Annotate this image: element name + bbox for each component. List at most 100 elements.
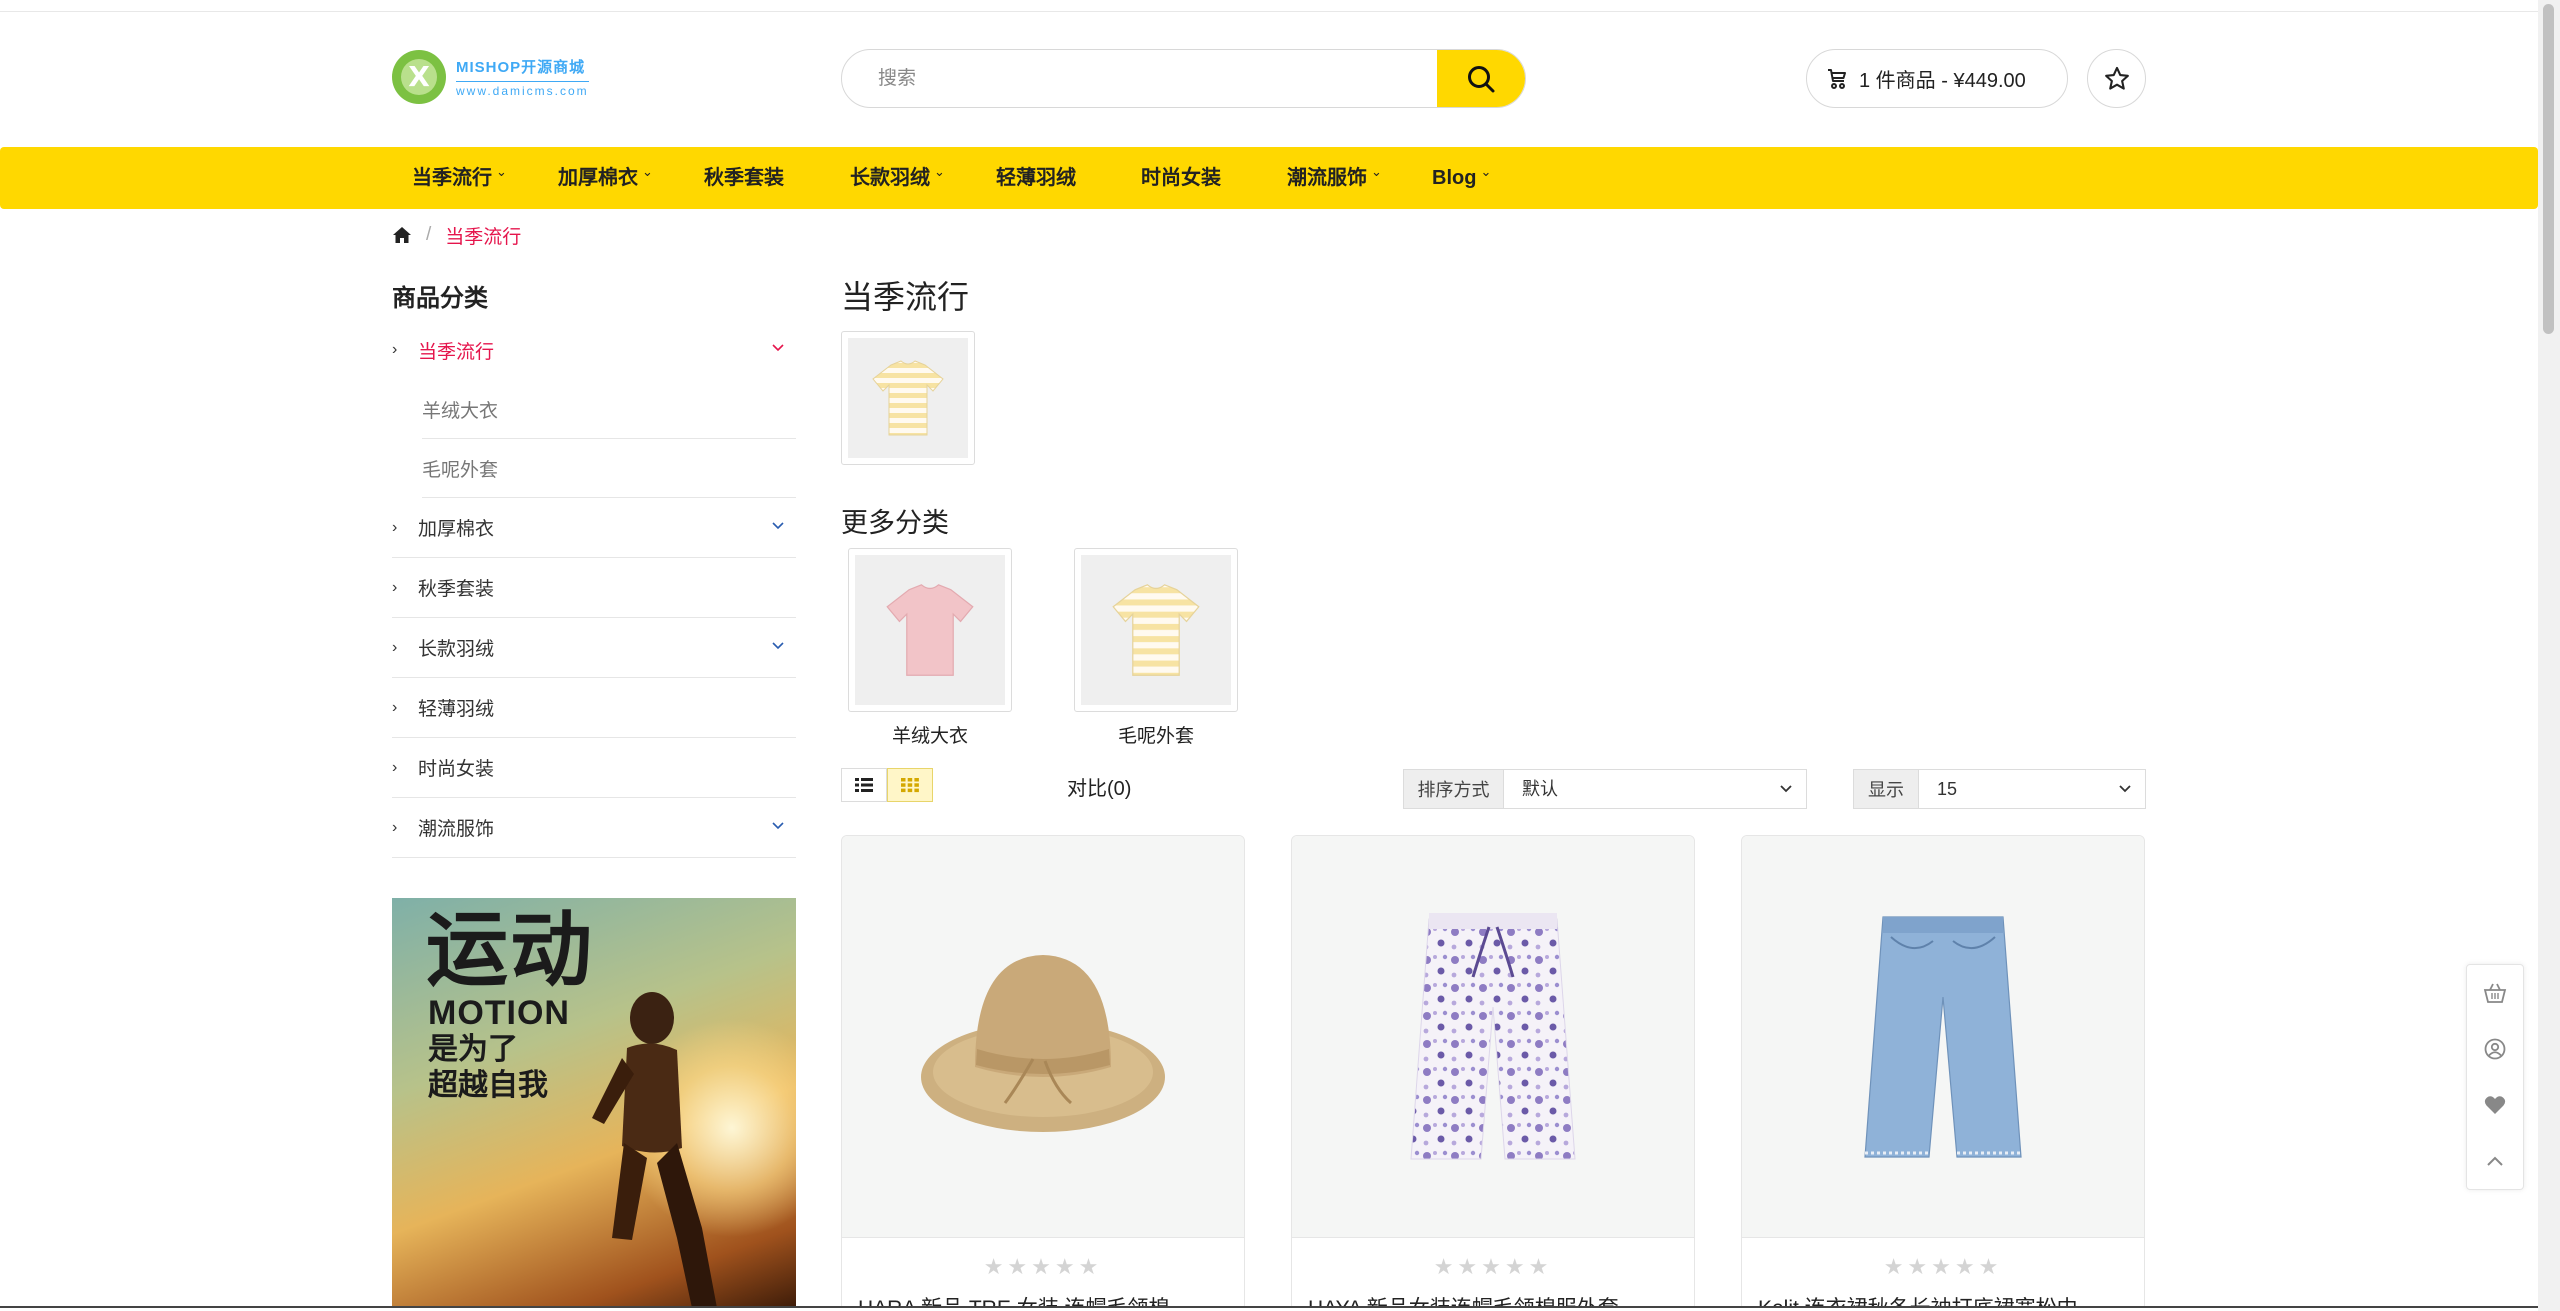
chevron-right-icon: › (392, 341, 398, 358)
category-list: › 当季流行 羊绒大衣 毛呢外套 › 加厚棉衣 › 秋季套装 › 长款羽绒 › … (392, 320, 796, 858)
chevron-down-icon: ⌄ (934, 164, 945, 179)
category-label: 时尚女装 (418, 759, 495, 780)
breadcrumb-current[interactable]: 当季流行 (445, 222, 521, 249)
page-title: 当季流行 (841, 279, 970, 315)
nav-item-trend-apparel[interactable]: 潮流服饰 ⌄ (1287, 147, 1382, 209)
chevron-down-icon[interactable] (770, 518, 786, 534)
nav-item-autumn-sets[interactable]: 秋季套装 (704, 147, 784, 209)
site-logo[interactable]: MISHOP开源商城 www.damicms.com (392, 47, 622, 107)
nav-label: Blog (1432, 167, 1477, 189)
nav-item-womens-fashion[interactable]: 时尚女装 (1141, 147, 1221, 209)
float-account-button[interactable] (2467, 1021, 2523, 1077)
wishlist-button[interactable] (2087, 49, 2146, 108)
compare-link[interactable]: 对比(0) (1067, 772, 1131, 801)
nav-label: 轻薄羽绒 (996, 167, 1076, 189)
chevron-down-icon[interactable] (770, 818, 786, 834)
chevron-right-icon: › (392, 758, 398, 776)
nav-item-light-down[interactable]: 轻薄羽绒 (996, 147, 1076, 209)
nav-item-seasonal[interactable]: 当季流行 ⌄ (412, 147, 507, 209)
product-image[interactable] (1292, 836, 1694, 1238)
home-icon[interactable] (392, 226, 412, 244)
star-icon (2104, 66, 2129, 90)
nav-label: 潮流服饰 (1287, 167, 1367, 189)
back-to-top-button[interactable] (2467, 1133, 2523, 1189)
breadcrumb-separator: / (426, 224, 432, 245)
search-icon (1468, 65, 1495, 92)
product-card[interactable]: ★★★★★ HARA 新品 TRE 女装 连帽毛领棉 (841, 835, 1245, 1311)
search-button[interactable] (1437, 50, 1525, 107)
sort-select[interactable]: 默认 (1504, 769, 1807, 809)
sort-value: 默认 (1522, 779, 1558, 799)
list-icon (855, 778, 873, 792)
product-card[interactable]: ★★★★★ Kelit 连衣裙秋冬长袖打底裙宽松中 (1741, 835, 2145, 1311)
page-scrollbar[interactable] (2538, 0, 2560, 1311)
category-label: 长款羽绒 (418, 639, 495, 660)
sidebar-banner[interactable]: 运动 MOTION 是为了 超越自我 (392, 898, 796, 1311)
sidebar-title: 商品分类 (392, 285, 488, 312)
nav-label: 秋季套装 (704, 167, 784, 189)
denim-jeans-image (1864, 915, 2022, 1158)
chevron-right-icon: › (392, 638, 398, 656)
list-view-button[interactable] (841, 768, 887, 802)
nav-item-blog[interactable]: Blog ⌄ (1432, 147, 1491, 209)
product-image[interactable] (1742, 836, 2144, 1238)
product-card[interactable]: ★★★★★ HAYA 新品女装连帽毛领棉服外套 (1291, 835, 1695, 1311)
subcategory-label[interactable]: 羊绒大衣 (848, 721, 1012, 748)
show-label: 显示 (1853, 769, 1919, 809)
chevron-down-icon[interactable] (770, 638, 786, 654)
sidebar-item-womens-fashion[interactable]: › 时尚女装 (392, 738, 796, 798)
sidebar-subitem-wool-coat[interactable]: 毛呢外套 (422, 439, 796, 498)
breadcrumb: / 当季流行 (392, 222, 521, 248)
sidebar-item-long-down[interactable]: › 长款羽绒 (392, 618, 796, 678)
grid-icon (901, 778, 919, 793)
chevron-down-icon: ⌄ (1480, 164, 1492, 179)
runner-silhouette (592, 992, 717, 1308)
sidebar-subitem-cashmere-coat[interactable]: 羊绒大衣 (422, 380, 796, 439)
logo-name: MISHOP开源商城 (456, 59, 586, 76)
float-cart-button[interactable] (2467, 965, 2523, 1021)
subcategory-label: 毛呢外套 (422, 459, 499, 481)
category-label: 加厚棉衣 (418, 519, 495, 540)
banner-tagline-line1: 是为了 (428, 1033, 518, 1066)
subcategory-label: 羊绒大衣 (422, 400, 499, 422)
category-label: 轻薄羽绒 (418, 699, 495, 720)
basket-icon (2483, 983, 2507, 1003)
logo-url: www.damicms.com (456, 81, 589, 98)
grid-view-button[interactable] (887, 768, 933, 802)
striped-tshirt-image (1112, 584, 1200, 676)
chevron-right-icon: › (392, 698, 398, 716)
chevron-right-icon: › (392, 818, 398, 836)
sidebar-item-autumn-sets[interactable]: › 秋季套装 (392, 558, 796, 618)
subcategory-thumb-cashmere[interactable] (848, 548, 1012, 712)
sidebar-item-padded-coats[interactable]: › 加厚棉衣 (392, 498, 796, 558)
nav-label: 长款羽绒 (850, 167, 930, 189)
chevron-down-icon[interactable] (770, 340, 786, 356)
show-select[interactable]: 15 (1919, 769, 2146, 809)
chevron-down-icon: ⌄ (1371, 164, 1382, 179)
product-image[interactable] (842, 836, 1244, 1238)
banner-tagline: 是为了 超越自我 (428, 1032, 548, 1104)
banner-subheadline: MOTION (428, 994, 570, 1032)
category-label: 当季流行 (418, 341, 495, 363)
search-input[interactable] (842, 50, 1437, 107)
show-value: 15 (1937, 779, 1958, 799)
float-wishlist-button[interactable] (2467, 1077, 2523, 1133)
nav-item-long-down[interactable]: 长款羽绒 ⌄ (850, 147, 945, 209)
rating-stars: ★★★★★ (1433, 1254, 1553, 1279)
chevron-right-icon: › (392, 578, 398, 596)
main-nav: 当季流行 ⌄ 加厚棉衣 ⌄ 秋季套装 长款羽绒 ⌄ 轻薄羽绒 时尚女装 潮流服饰 ⌄ B… (0, 147, 2538, 209)
sidebar-item-trend-apparel[interactable]: › 潮流服饰 (392, 798, 796, 858)
category-label: 潮流服饰 (418, 819, 495, 840)
chevron-down-icon (2119, 785, 2131, 793)
top-strip (0, 0, 2538, 12)
floral-pants-image (1410, 912, 1576, 1159)
scrollbar-thumb[interactable] (2543, 4, 2554, 334)
subcategory-label[interactable]: 毛呢外套 (1074, 721, 1238, 748)
cart-button[interactable]: 1 件商品 - ¥449.00 (1806, 49, 2068, 108)
sidebar-item-light-down[interactable]: › 轻薄羽绒 (392, 678, 796, 738)
subcategory-thumb-wool[interactable] (1074, 548, 1238, 712)
sidebar-item-seasonal[interactable]: › 当季流行 (392, 320, 796, 380)
chevron-down-icon (1780, 785, 1792, 793)
category-label: 秋季套装 (418, 579, 495, 600)
nav-item-padded-coats[interactable]: 加厚棉衣 ⌄ (558, 147, 653, 209)
